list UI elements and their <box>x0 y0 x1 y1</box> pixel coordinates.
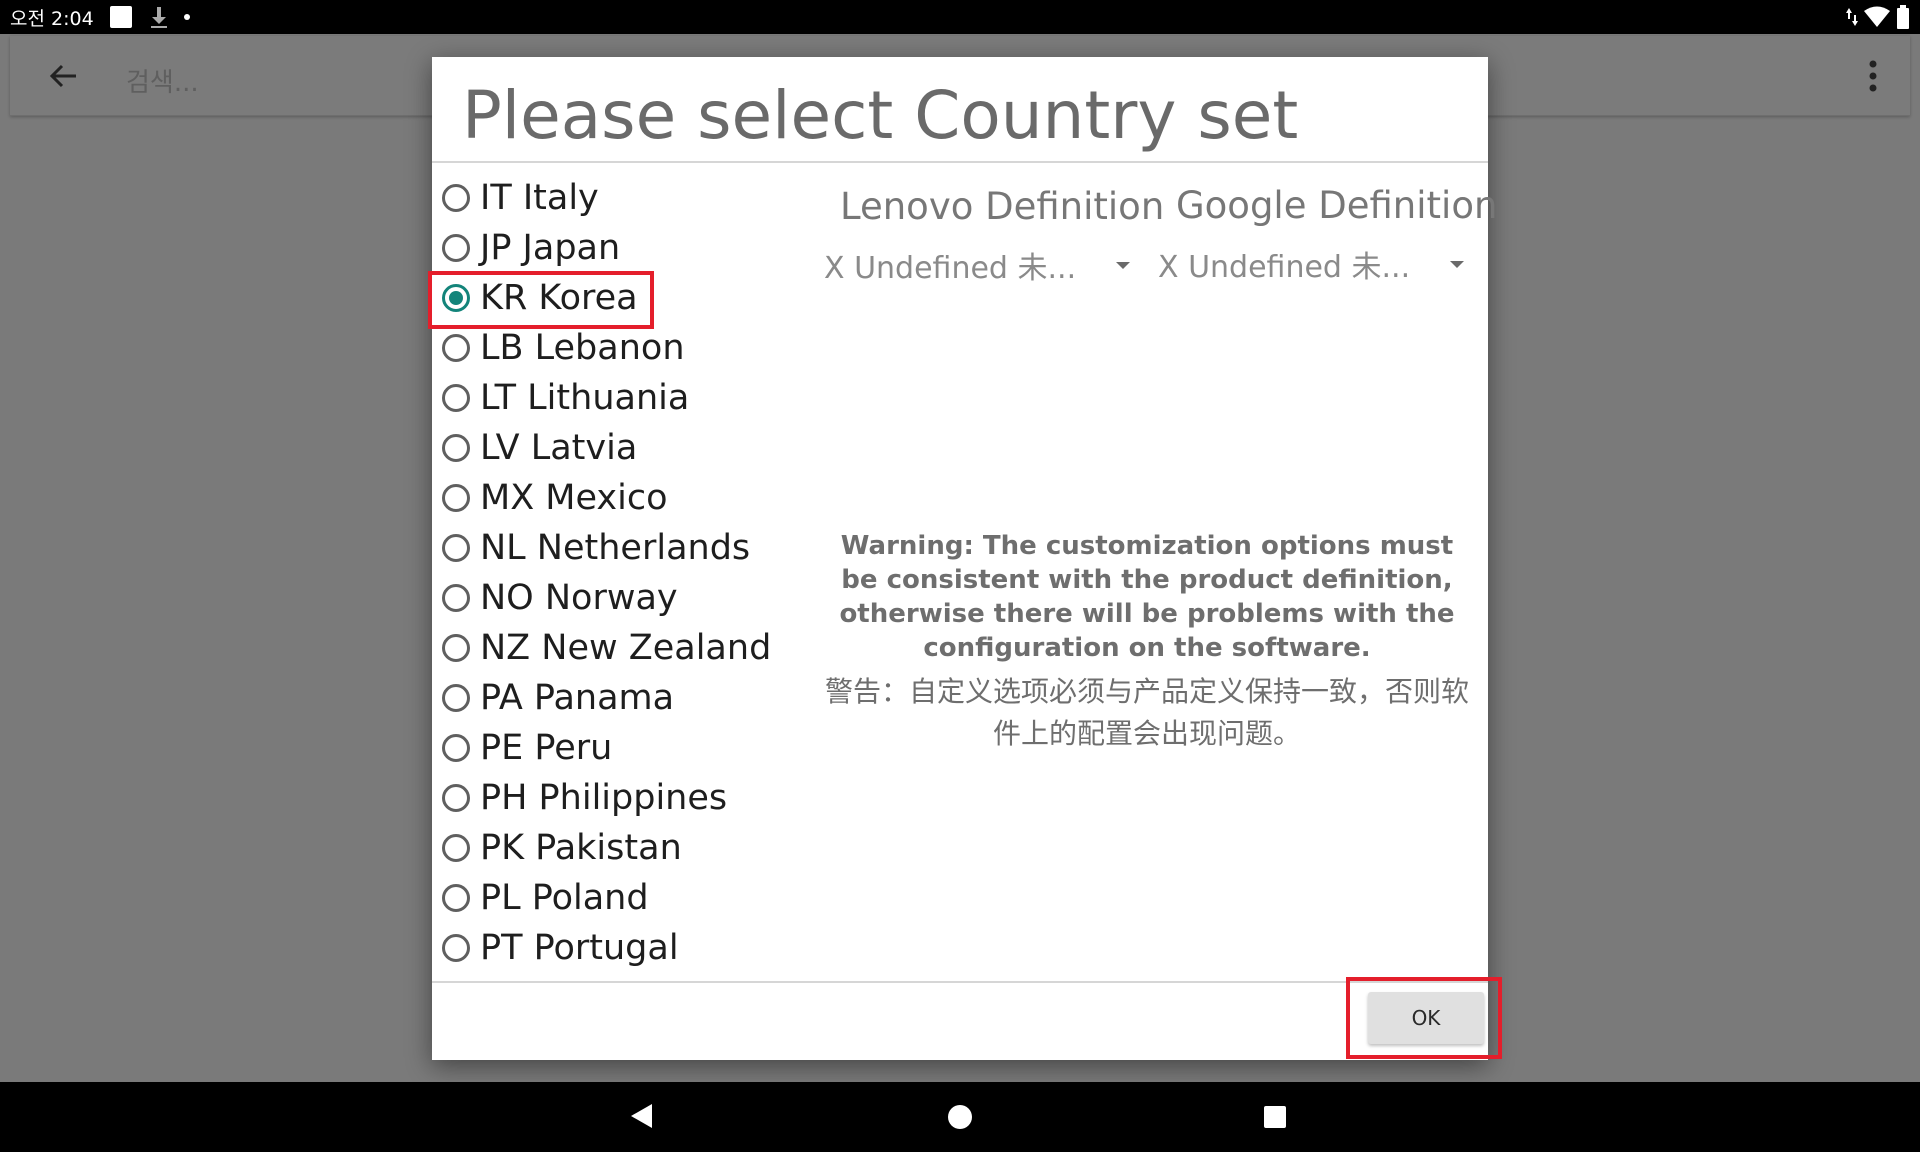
radio-checked-icon[interactable] <box>442 284 470 312</box>
country-label: NO Norway <box>480 578 678 618</box>
country-option[interactable]: PL Poland <box>440 873 810 923</box>
radio-unchecked-icon[interactable] <box>442 834 470 862</box>
status-icons <box>1846 5 1910 29</box>
status-bar: 오전 2:04 <box>0 0 1920 34</box>
overflow-menu-icon[interactable] <box>1866 56 1880 96</box>
radio-unchecked-icon[interactable] <box>442 534 470 562</box>
nav-home-icon[interactable] <box>948 1105 972 1129</box>
country-option[interactable]: PK Pakistan <box>440 823 810 873</box>
radio-unchecked-icon[interactable] <box>442 784 470 812</box>
country-option[interactable]: PE Peru <box>440 723 810 773</box>
country-label: LT Lithuania <box>480 378 690 418</box>
country-label: PL Poland <box>480 878 649 918</box>
chevron-down-icon <box>1450 260 1465 268</box>
nav-back-icon[interactable] <box>630 1103 654 1129</box>
country-option[interactable]: NO Norway <box>440 573 810 623</box>
country-option[interactable]: NZ New Zealand <box>440 623 810 673</box>
country-label: PT Portugal <box>480 928 679 968</box>
country-label: MX Mexico <box>480 478 668 518</box>
country-option[interactable]: NL Netherlands <box>440 523 810 573</box>
radio-unchecked-icon[interactable] <box>442 584 470 612</box>
country-label: PE Peru <box>480 728 613 768</box>
country-label: LV Latvia <box>480 428 638 468</box>
country-label: PH Philippines <box>480 778 728 818</box>
country-label: PK Pakistan <box>480 828 682 868</box>
radio-unchecked-icon[interactable] <box>442 334 470 362</box>
radio-unchecked-icon[interactable] <box>442 234 470 262</box>
lenovo-definition-dropdown[interactable]: X Undefined 未... <box>824 240 1131 290</box>
notification-icon <box>109 6 132 28</box>
country-radio-list[interactable]: IT Italy JP Japan KR Korea LB Lebanon LT Lit… <box>440 173 820 1023</box>
country-option[interactable]: PA Panama <box>440 673 810 723</box>
radio-unchecked-icon[interactable] <box>442 634 470 662</box>
country-option[interactable]: KR Korea <box>440 273 810 323</box>
ok-button[interactable]: OK <box>1368 992 1484 1044</box>
country-set-dialog: Please select Country set IT Italy JP Jap… <box>428 57 1502 1060</box>
chevron-down-icon <box>1116 261 1131 269</box>
country-option[interactable]: MX Mexico <box>440 473 810 523</box>
country-option[interactable]: IT Italy <box>440 173 810 223</box>
country-label: NL Netherlands <box>480 528 751 568</box>
country-label: NZ New Zealand <box>480 628 772 668</box>
download-icon <box>150 7 167 28</box>
title-divider <box>432 161 1488 163</box>
radio-unchecked-icon[interactable] <box>442 734 470 762</box>
country-option[interactable]: LV Latvia <box>440 423 810 473</box>
country-option[interactable]: PT Portugal <box>440 923 810 973</box>
country-label: LB Lebanon <box>480 328 685 368</box>
radio-unchecked-icon[interactable] <box>442 934 470 962</box>
radio-unchecked-icon[interactable] <box>442 384 470 412</box>
country-label: JP Japan <box>480 228 621 268</box>
country-label: PA Panama <box>480 678 675 718</box>
button-bar-divider <box>432 981 1488 983</box>
lenovo-definition-header: Lenovo Definition <box>840 185 1165 228</box>
radio-unchecked-icon[interactable] <box>442 884 470 912</box>
radio-unchecked-icon[interactable] <box>442 434 470 462</box>
google-definition-header: Google Definition <box>1176 184 1498 227</box>
more-notifications-icon <box>183 14 190 20</box>
warning-text-en: Warning: The customization options must … <box>839 531 1455 663</box>
nav-recents-icon[interactable] <box>1264 1106 1286 1128</box>
radio-unchecked-icon[interactable] <box>442 184 470 212</box>
radio-unchecked-icon[interactable] <box>442 684 470 712</box>
warning-text-cn: 警告：自定义选项必须与产品定义保持一致，否则软件上的配置会出现问题。 <box>824 675 1469 750</box>
search-input[interactable]: 검색... <box>126 62 199 99</box>
wifi-icon <box>1864 6 1890 27</box>
back-arrow-icon[interactable] <box>46 58 82 94</box>
country-option[interactable]: JP Japan <box>440 223 810 273</box>
country-option[interactable]: PH Philippines <box>440 773 810 823</box>
google-definition-value: X Undefined 未... <box>1158 250 1411 285</box>
data-activity-icon <box>1846 8 1858 26</box>
google-definition-dropdown[interactable]: X Undefined 未... <box>1158 239 1465 289</box>
dialog-title: Please select Country set <box>462 77 1299 154</box>
country-label: IT Italy <box>480 178 599 218</box>
screen: 오전 2:04 검색... Please select Country set … <box>0 0 1920 1152</box>
radio-unchecked-icon[interactable] <box>442 484 470 512</box>
navigation-bar <box>0 1082 1920 1152</box>
battery-icon <box>1897 5 1909 29</box>
country-option[interactable]: LB Lebanon <box>440 323 810 373</box>
status-time: 오전 2:04 <box>10 7 94 30</box>
country-label: KR Korea <box>480 278 638 318</box>
lenovo-definition-value: X Undefined 未... <box>824 251 1077 286</box>
country-option[interactable]: LT Lithuania <box>440 373 810 423</box>
